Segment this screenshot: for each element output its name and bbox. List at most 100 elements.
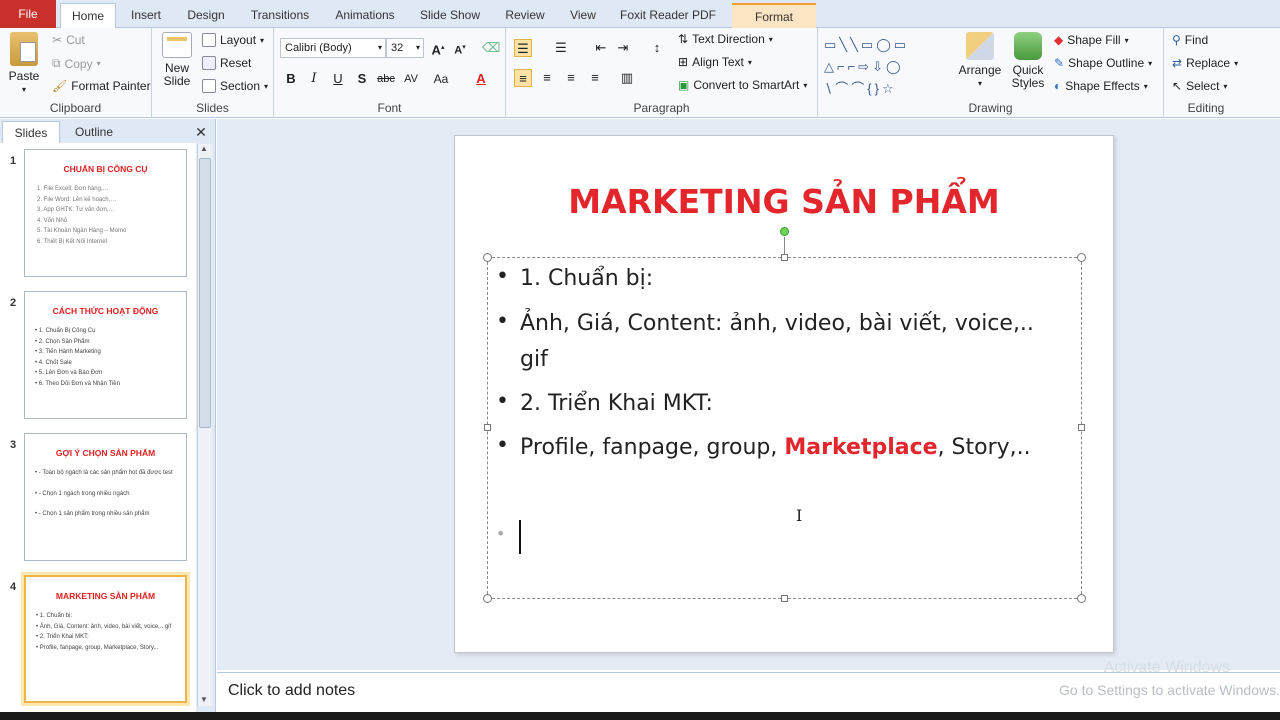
justify-icon[interactable]: ≡ (586, 69, 604, 87)
tab-slides-pane[interactable]: Slides (2, 121, 60, 143)
slides-pane: Slides Outline ✕ 1 CHUẨN BỊ CÔNG CỤ 1. F… (0, 119, 216, 720)
slide-title[interactable]: MARKETING SẢN PHẨM (455, 182, 1113, 221)
tab-insert[interactable]: Insert (122, 3, 170, 28)
drawing-group: ▭╲╲▭◯▭ △⌐⌐⇨⇩◯ ∖⌒⌒{}☆ Arrange ▾ Quick Styles… (818, 28, 1164, 118)
slides-group-label: Slides (196, 101, 229, 115)
bullet-icon: • (496, 309, 509, 334)
align-text-icon: ⊞ (678, 55, 689, 69)
smartart-icon: ▣ (678, 78, 690, 92)
numbering-icon[interactable]: ☰ (552, 39, 570, 57)
bullet-text[interactable]: Profile, fanpage, group, Marketplace, St… (520, 430, 1031, 466)
increase-indent-icon[interactable]: ⇥ (614, 39, 632, 57)
thumbnail-line: 5. Tài Khoản Ngân Hàng – Momo (37, 228, 127, 234)
slide-thumbnail-3[interactable]: GỢI Ý CHỌN SẢN PHẨM • - Toàn bộ ngách là… (24, 433, 187, 561)
font-size-value: 32 (391, 42, 404, 54)
align-left-icon[interactable]: ≡ (514, 69, 532, 87)
clipboard-group: Paste ▾ ✂ Cut ⧉ Copy ▾ 🖌 Format Painter Clipb… (0, 28, 152, 118)
paste-button[interactable]: Paste ▾ (4, 32, 44, 96)
notes-pane[interactable]: Click to add notes Activate Windows Go t… (217, 659, 1280, 712)
new-slide-button[interactable]: New Slide (156, 32, 198, 88)
shadow-icon[interactable]: S (353, 70, 371, 88)
tab-outline-pane[interactable]: Outline (62, 121, 126, 143)
bullet-text[interactable]: 2. Triển Khai MKT: (520, 386, 713, 422)
decrease-indent-icon[interactable]: ⇤ (592, 39, 610, 57)
underline-icon[interactable]: U (329, 70, 347, 88)
bullets-icon[interactable]: ☰ (514, 39, 532, 57)
scroll-down-icon[interactable]: ▼ (200, 695, 208, 704)
bold-icon[interactable]: B (282, 70, 300, 88)
tab-transitions[interactable]: Transitions (242, 3, 318, 28)
tab-foxit-reader-pdf[interactable]: Foxit Reader PDF (614, 3, 722, 28)
reset-button[interactable]: Reset (202, 56, 251, 70)
section-button[interactable]: Section ▾ (202, 79, 268, 93)
text-direction-button[interactable]: ⇅ Text Direction ▾ (678, 32, 773, 46)
shape-effects-button[interactable]: ◐ Shape Effects ▾ (1054, 79, 1148, 93)
align-center-icon[interactable]: ≡ (538, 69, 556, 87)
shapes-gallery[interactable]: ▭╲╲▭◯▭ △⌐⌐⇨⇩◯ ∖⌒⌒{}☆ (824, 34, 948, 96)
resize-handle[interactable] (1078, 424, 1085, 431)
shape-outline-button[interactable]: ✎ Shape Outline ▾ (1054, 56, 1152, 70)
bullet-text[interactable]: 1. Chuẩn bị: (520, 261, 653, 297)
tab-format[interactable]: Format (732, 3, 816, 28)
format-painter-button[interactable]: 🖌 Format Painter (52, 79, 151, 93)
bullet-text-continuation[interactable]: gif (520, 342, 548, 378)
font-color-icon[interactable]: A (472, 70, 490, 88)
change-case-icon[interactable]: Aa (432, 70, 450, 88)
resize-handle[interactable] (1077, 253, 1086, 262)
resize-handle[interactable] (1077, 594, 1086, 603)
close-pane-icon[interactable]: ✕ (192, 121, 210, 143)
slide-number: 4 (10, 581, 17, 593)
copy-button[interactable]: ⧉ Copy ▾ (52, 56, 101, 71)
tab-animations[interactable]: Animations (328, 3, 402, 28)
select-button[interactable]: ↖ Select ▾ (1172, 79, 1227, 93)
scrollbar-thumb[interactable] (199, 158, 211, 428)
font-family-combo[interactable]: Calibri (Body) ▾ (280, 38, 386, 58)
tab-review[interactable]: Review (498, 3, 552, 28)
bullet-text[interactable]: Ảnh, Giá, Content: ảnh, video, bài viết,… (520, 306, 1034, 342)
arrange-button[interactable]: Arrange ▾ (958, 32, 1002, 90)
align-right-icon[interactable]: ≡ (562, 69, 580, 87)
replace-button[interactable]: ⇄ Replace ▾ (1172, 56, 1238, 70)
shrink-font-icon[interactable]: A▾ (451, 39, 469, 57)
resize-handle[interactable] (781, 595, 788, 602)
tab-design[interactable]: Design (180, 3, 232, 28)
resize-handle[interactable] (781, 254, 788, 261)
strikethrough-icon[interactable]: abc (377, 70, 395, 88)
slide-thumbnail-1[interactable]: CHUẨN BỊ CÔNG CỤ 1. File Excell: Đơn hàn… (24, 149, 187, 277)
font-size-combo[interactable]: 32 ▾ (386, 38, 424, 58)
bullet-icon: • (496, 264, 509, 289)
columns-icon[interactable]: ▥ (618, 69, 636, 87)
convert-smartart-button[interactable]: ▣ Convert to SmartArt ▾ (678, 78, 807, 92)
activate-windows-watermark: Activate Windows (1103, 659, 1230, 676)
rotation-handle-icon[interactable] (780, 227, 789, 236)
resize-handle[interactable] (483, 253, 492, 262)
shape-fill-button[interactable]: ◆ Shape Fill ▾ (1054, 33, 1129, 47)
slides-pane-scrollbar[interactable]: ▲ ▼ (197, 144, 212, 706)
clear-formatting-icon[interactable]: ⌫ (482, 39, 500, 57)
content-placeholder[interactable]: • 1. Chuẩn bị: • Ảnh, Giá, Content: ảnh,… (483, 253, 1086, 603)
slide-thumbnail-4[interactable]: MARKETING SẢN PHẨM • 1. Chuẩn bị: • Ảnh,… (24, 575, 187, 703)
layout-button[interactable]: Layout ▾ (202, 33, 264, 47)
line-spacing-icon[interactable]: ↕ (648, 39, 666, 57)
tab-view[interactable]: View (562, 3, 604, 28)
cursor-icon: ↖ (1172, 79, 1183, 93)
resize-handle[interactable] (483, 594, 492, 603)
marketplace-highlight: Marketplace (784, 435, 938, 460)
align-text-button[interactable]: ⊞ Align Text ▾ (678, 55, 752, 69)
slide-thumbnail-2[interactable]: CÁCH THỨC HOẠT ĐỘNG • 1. Chuẩn Bị Công C… (24, 291, 187, 419)
scroll-up-icon[interactable]: ▲ (200, 144, 208, 153)
select-label: Select (1186, 79, 1220, 93)
grow-font-icon[interactable]: A▴ (429, 39, 447, 57)
resize-handle[interactable] (484, 424, 491, 431)
notes-placeholder[interactable]: Click to add notes (228, 682, 355, 700)
tab-file[interactable]: File (0, 0, 56, 28)
slide-canvas[interactable]: MARKETING SẢN PHẨM • 1. Chuẩn bị: • Ảnh,… (454, 135, 1114, 653)
cut-button[interactable]: ✂ Cut (52, 33, 85, 47)
tab-home[interactable]: Home (60, 3, 116, 29)
character-spacing-icon[interactable]: AV (402, 70, 420, 88)
quick-styles-button[interactable]: Quick Styles (1006, 32, 1050, 90)
tab-slide-show[interactable]: Slide Show (412, 3, 488, 28)
copy-icon: ⧉ (52, 56, 61, 70)
italic-icon[interactable]: I (305, 70, 323, 88)
find-button[interactable]: ⚲ Find (1172, 33, 1208, 47)
